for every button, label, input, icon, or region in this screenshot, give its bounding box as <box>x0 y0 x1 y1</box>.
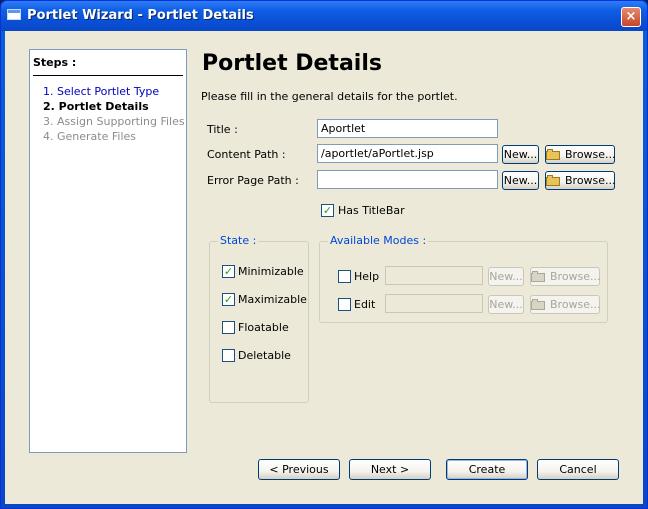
browse-label: Browse... <box>565 174 616 187</box>
minimizable-checkbox[interactable]: ✓ <box>222 265 235 278</box>
next-button[interactable]: Next > <box>349 459 431 480</box>
steps-divider <box>33 75 183 76</box>
steps-panel: Steps : 1. Select Portlet Type 2. Portle… <box>29 49 187 453</box>
create-button[interactable]: Create <box>446 459 528 480</box>
open-folder-icon <box>546 149 561 160</box>
edit-mode-label: Edit <box>354 298 376 311</box>
help-mode-checkbox[interactable] <box>338 270 351 283</box>
has-titlebar-label: Has TitleBar <box>338 204 405 217</box>
close-icon: × <box>625 9 637 24</box>
open-folder-icon <box>546 175 561 186</box>
content-path-new-button[interactable]: New... <box>502 145 539 164</box>
open-folder-icon <box>531 271 546 282</box>
title-input[interactable]: Aportlet <box>317 119 498 138</box>
title-bar[interactable]: Portlet Wizard - Portlet Details × <box>1 1 647 31</box>
edit-mode-checkbox[interactable] <box>338 298 351 311</box>
edit-mode-new-button[interactable]: New... <box>488 295 524 314</box>
error-page-new-button[interactable]: New... <box>502 171 539 190</box>
content-path-browse-button[interactable]: Browse... <box>545 145 616 164</box>
minimizable-label: Minimizable <box>238 265 304 278</box>
floatable-checkbox[interactable] <box>222 321 235 334</box>
window-title: Portlet Wizard - Portlet Details <box>27 8 254 23</box>
has-titlebar-checkbox[interactable]: ✓ <box>321 204 334 217</box>
title-label: Title : <box>207 123 238 136</box>
cancel-button[interactable]: Cancel <box>537 459 619 480</box>
maximizable-label: Maximizable <box>238 293 307 306</box>
wizard-window: Portlet Wizard - Portlet Details × Steps… <box>0 0 648 509</box>
state-group: State : ✓ Minimizable ✓ Maximizable Floa… <box>209 234 309 403</box>
deletable-checkbox[interactable] <box>222 349 235 362</box>
maximizable-checkbox[interactable]: ✓ <box>222 293 235 306</box>
available-modes-title: Available Modes : <box>328 234 429 247</box>
open-folder-icon <box>531 299 546 310</box>
deletable-label: Deletable <box>238 349 291 362</box>
close-button[interactable]: × <box>621 7 641 27</box>
edit-mode-browse-button[interactable]: Browse... <box>530 295 601 314</box>
page-title: Portlet Details <box>202 51 382 76</box>
edit-mode-input[interactable] <box>385 294 483 313</box>
help-mode-input[interactable] <box>385 266 483 285</box>
available-modes-group: Available Modes : Help New... Browse... … <box>319 234 608 323</box>
window-icon <box>7 9 21 20</box>
step-assign-supporting-files: 3. Assign Supporting Files <box>43 115 185 128</box>
error-page-path-label: Error Page Path : <box>207 174 299 187</box>
steps-title: Steps : <box>33 56 77 69</box>
floatable-label: Floatable <box>238 321 289 334</box>
help-mode-new-button[interactable]: New... <box>488 267 524 286</box>
help-mode-label: Help <box>354 270 380 283</box>
content-path-input[interactable]: /aportlet/aPortlet.jsp <box>317 144 498 163</box>
browse-label: Browse... <box>550 270 601 283</box>
state-group-title: State : <box>218 234 259 247</box>
error-page-path-input[interactable] <box>317 170 498 189</box>
step-generate-files: 4. Generate Files <box>43 130 137 143</box>
error-page-browse-button[interactable]: Browse... <box>545 171 616 190</box>
browse-label: Browse... <box>550 298 601 311</box>
browse-label: Browse... <box>565 148 616 161</box>
dialog-body: Steps : 1. Select Portlet Type 2. Portle… <box>5 31 643 504</box>
previous-button[interactable]: < Previous <box>258 459 340 480</box>
step-select-portlet-type: 1. Select Portlet Type <box>43 85 160 98</box>
page-description: Please fill in the general details for t… <box>201 90 458 103</box>
content-path-label: Content Path : <box>207 148 286 161</box>
help-mode-browse-button[interactable]: Browse... <box>530 267 601 286</box>
step-portlet-details: 2. Portlet Details <box>43 100 149 113</box>
